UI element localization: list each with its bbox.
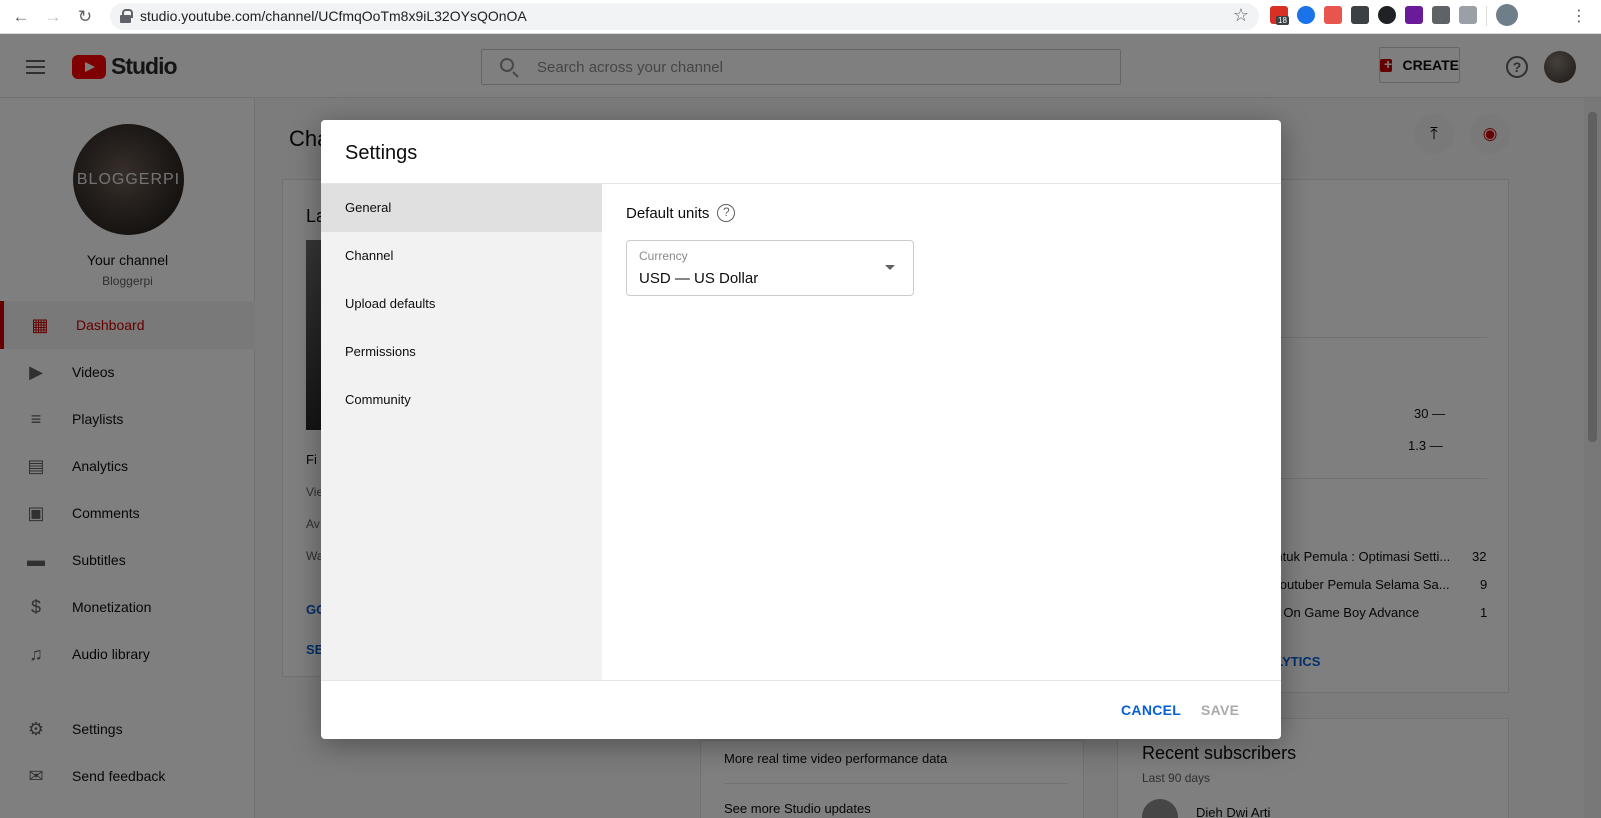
extension-icon[interactable]	[1432, 6, 1450, 24]
download-extension-icon[interactable]	[1351, 6, 1369, 24]
section-title-text: Default units	[626, 204, 710, 222]
back-arrow-icon[interactable]: ←	[10, 6, 32, 28]
help-circle-icon[interactable]: ?	[717, 204, 736, 222]
cancel-button[interactable]: CANCEL	[1121, 695, 1181, 725]
calendar-extension-icon[interactable]: 18	[1270, 6, 1289, 25]
settings-dialog: Settings General Channel Upload defaults…	[321, 120, 1281, 739]
settings-content: Default units ? Currency USD — US Dollar	[602, 184, 1281, 680]
more-vert-icon[interactable]: ⋮	[1571, 6, 1587, 28]
download-extension-icon[interactable]	[1378, 6, 1396, 24]
extension-icon[interactable]	[1324, 6, 1342, 24]
dialog-title: Settings	[345, 142, 418, 164]
reload-icon[interactable]: ↻	[74, 6, 96, 28]
extension-badge: 18	[1276, 16, 1289, 25]
settings-nav-channel[interactable]: Channel	[321, 232, 602, 280]
dialog-footer: CANCEL SAVE	[321, 680, 1281, 739]
url-text: studio.youtube.com/channel/UCfmqOoTm8x9i…	[140, 8, 527, 24]
profile-avatar[interactable]	[1496, 4, 1518, 26]
extensions-row: 18	[1270, 4, 1518, 28]
settings-nav: General Channel Upload defaults Permissi…	[321, 184, 602, 680]
currency-select[interactable]: Currency USD — US Dollar	[626, 240, 914, 296]
section-title: Default units ?	[626, 204, 736, 222]
bookmark-star-icon[interactable]: ☆	[1233, 5, 1249, 26]
settings-nav-community[interactable]: Community	[321, 376, 602, 424]
settings-nav-upload-defaults[interactable]: Upload defaults	[321, 280, 602, 328]
currency-value: USD — US Dollar	[639, 270, 759, 287]
translate-extension-icon[interactable]	[1459, 6, 1477, 24]
browser-toolbar: ← → ↻ studio.youtube.com/channel/UCfmqOo…	[0, 0, 1601, 34]
address-bar[interactable]: studio.youtube.com/channel/UCfmqOoTm8x9i…	[110, 3, 1259, 30]
toolbar-divider	[1486, 6, 1487, 26]
settings-nav-permissions[interactable]: Permissions	[321, 328, 602, 376]
extension-icon[interactable]	[1297, 6, 1315, 24]
lock-icon	[120, 9, 133, 23]
dropdown-arrow-icon	[885, 265, 895, 270]
extension-icon[interactable]	[1405, 6, 1423, 24]
settings-nav-general[interactable]: General	[321, 184, 602, 232]
currency-label: Currency	[639, 249, 688, 263]
forward-arrow-icon[interactable]: →	[42, 6, 64, 28]
save-button[interactable]: SAVE	[1201, 695, 1239, 725]
